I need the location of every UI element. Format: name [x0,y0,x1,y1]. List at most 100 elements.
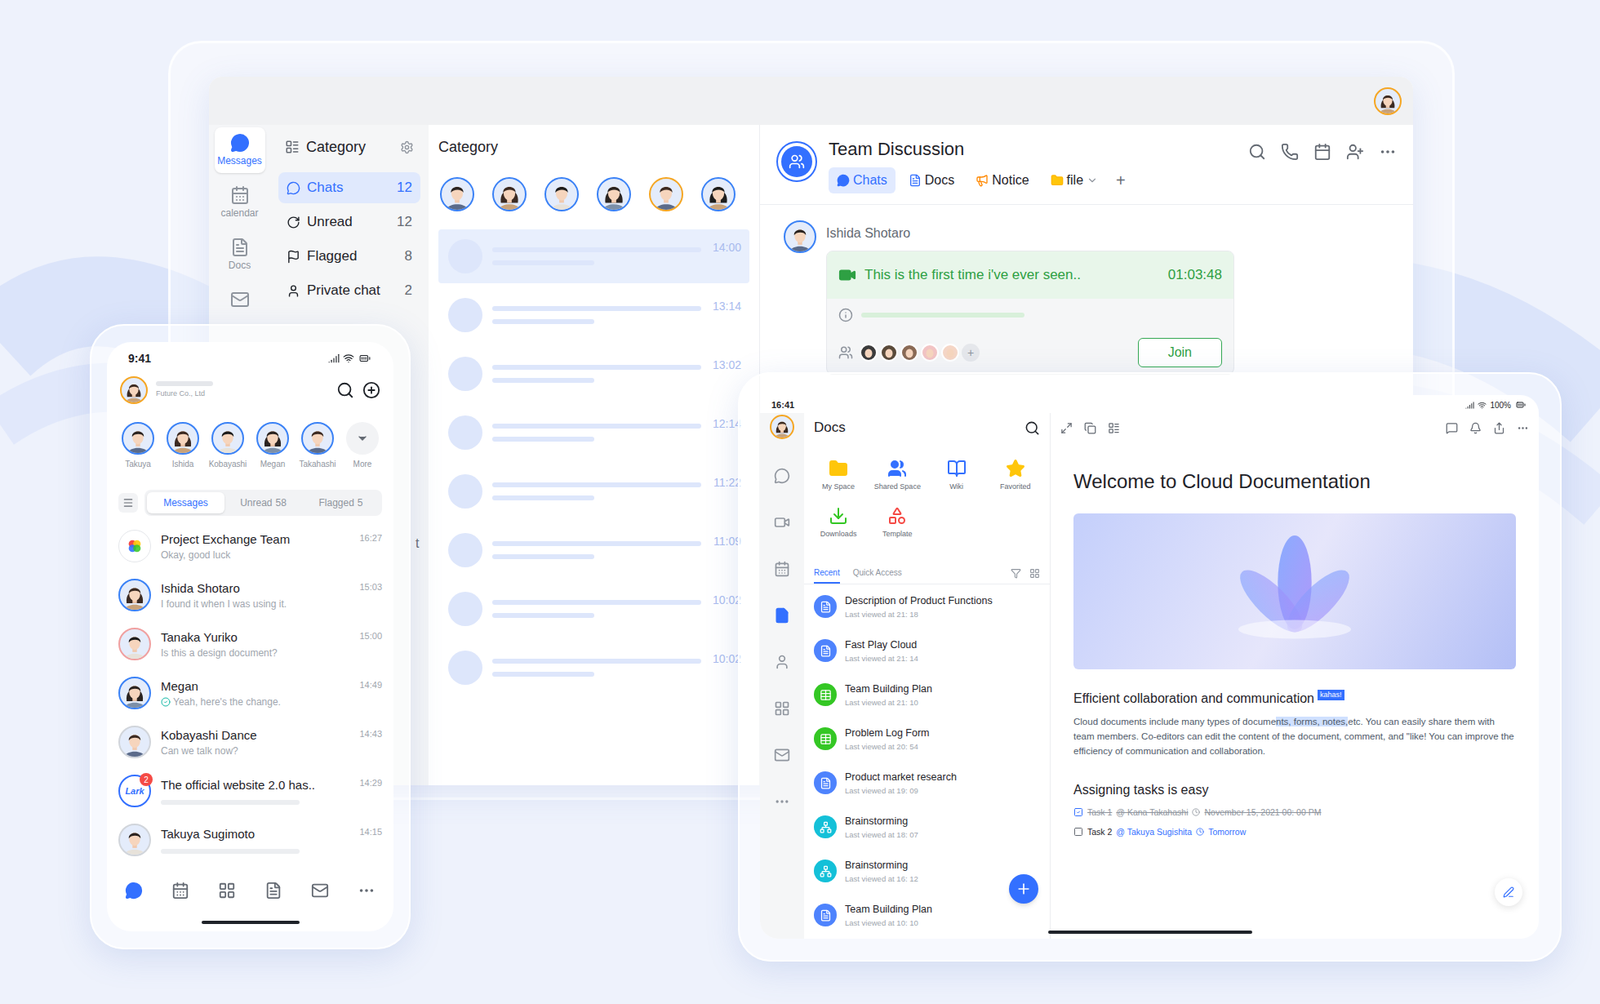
more-icon[interactable] [1516,422,1529,435]
chat-tab[interactable]: file [1042,167,1107,194]
shortcut[interactable]: Wiki [927,457,987,492]
contact-avatar[interactable] [121,422,155,455]
search-icon[interactable] [336,381,355,400]
chat-row[interactable]: Project Exchange TeamOkay, good luck16:2… [106,521,394,571]
chat-avatar[interactable] [118,578,152,612]
phone-icon[interactable] [1280,142,1299,161]
shortcut[interactable]: My Space [808,457,868,492]
doc-row[interactable]: Team Building PlanLast viewed at 21: 10 [804,672,1050,717]
contact-avatar[interactable] [440,177,475,212]
more-icon[interactable] [357,881,376,900]
outline-icon[interactable] [1107,422,1120,435]
edit-button[interactable] [1494,878,1523,907]
filter-icon[interactable] [1010,568,1022,579]
rail-item[interactable] [765,599,799,632]
contact-avatar[interactable] [301,422,334,455]
chat-avatar[interactable] [118,725,152,759]
category-item[interactable]: Unread12 [278,206,421,238]
contact[interactable]: Kobayashi [206,422,249,471]
search-icon[interactable] [1024,420,1040,436]
conversation-row[interactable]: 12:14 [438,405,750,460]
nav-item[interactable]: calendar [214,179,266,226]
apps-icon[interactable] [217,881,236,900]
chat-tab[interactable]: Notice [967,167,1037,194]
rail-item[interactable] [765,692,799,725]
chat-avatar[interactable] [118,823,152,857]
new-doc-button[interactable] [1008,874,1039,904]
contact[interactable]: Megan [251,422,294,471]
shortcut[interactable]: Template [867,505,927,539]
calendar-icon[interactable] [171,881,190,900]
docs-tab[interactable]: Recent [813,566,840,584]
chat-row[interactable]: Kobayashi DanceCan we talk now?14:43 [106,717,394,767]
gear-icon[interactable] [400,140,414,155]
task-row[interactable]: Task 2@ Takuya SugishitaTomorrow [1073,825,1516,839]
rail-item[interactable] [765,506,799,539]
contact-avatar[interactable] [648,177,684,212]
add-member-icon[interactable] [1346,142,1365,161]
contact-avatar[interactable] [544,177,579,212]
chat-tab[interactable]: Docs [900,167,963,194]
chat-row[interactable]: Takuya Sugimoto14:15 [106,815,394,865]
contact[interactable]: Takahashi [296,422,339,471]
more-icon[interactable] [1378,142,1397,161]
video-call-card[interactable]: This is the first time i've ever seen..0… [826,250,1235,375]
conversation-row[interactable]: 11:22 [438,464,750,519]
contact-avatar[interactable] [211,422,245,455]
shortcut[interactable]: Favorited [986,457,1045,492]
chat-row[interactable]: MeganYeah, here's the change.14:49 [106,668,394,718]
window-icon[interactable] [1084,422,1097,435]
group-avatar[interactable] [776,141,818,183]
doc-row[interactable]: BrainstormingLast viewed at 18: 07 [804,804,1050,849]
contact-avatar[interactable] [256,422,289,455]
message-tab[interactable]: Messages [146,492,225,514]
contact-avatar[interactable] [492,177,527,212]
doc-row[interactable]: Problem Log FormLast viewed at 20: 54 [804,716,1050,761]
message-tab[interactable]: Flagged5 [302,492,380,514]
user-avatar[interactable] [769,414,795,440]
task-row[interactable]: Task 1@ Kana TakahashiNovember 15, 2021 … [1073,805,1516,819]
comment-icon[interactable] [1445,422,1458,435]
checkbox-icon[interactable] [1073,826,1084,837]
messages-icon[interactable] [124,881,143,900]
category-item[interactable]: Private chat2 [278,275,421,307]
conversation-row[interactable]: 10:02 [438,640,750,695]
more-contacts[interactable]: More [341,422,384,471]
user-avatar[interactable] [120,376,148,405]
rail-item[interactable] [765,738,799,772]
chat-row[interactable]: Tanaka YurikoIs this a design document?1… [106,619,394,669]
contact-avatar[interactable] [166,422,200,455]
expand-icon[interactable] [1060,422,1073,435]
doc-row[interactable]: Fast Play CloudLast viewed at 21: 14 [804,628,1050,673]
docs-icon[interactable] [264,881,283,900]
chat-row[interactable]: Ishida ShotaroI found it when I was usin… [106,570,394,620]
rail-item[interactable] [765,459,799,493]
more-participants[interactable]: + [961,343,980,362]
shortcut[interactable]: Downloads [808,505,868,539]
rail-item[interactable] [765,785,799,818]
menu-icon[interactable] [122,497,134,509]
conversation-row[interactable]: 13:14 [438,288,750,343]
search-icon[interactable] [1248,142,1267,161]
add-tab-button[interactable]: + [1111,168,1131,193]
chat-row[interactable]: Lark2The official website 2.0 has..14:29 [106,766,394,816]
chat-avatar[interactable] [118,676,152,710]
nav-item[interactable]: Messages [214,127,266,174]
conversation-row[interactable]: 10:02 [438,582,750,636]
bell-icon[interactable] [1469,422,1482,435]
contact[interactable]: Takuya [116,422,160,471]
calendar-icon[interactable] [1313,142,1332,161]
user-avatar[interactable] [1373,87,1402,116]
nav-item[interactable]: Docs [214,231,266,278]
grid-view-icon[interactable] [1029,568,1040,579]
contact[interactable]: Ishida [161,422,205,471]
sender-avatar[interactable] [783,220,817,254]
rail-item[interactable] [765,552,799,586]
conversation-row[interactable]: 11:09 [438,523,750,578]
contact-avatar[interactable] [701,177,736,212]
add-icon[interactable] [362,381,381,400]
share-icon[interactable] [1493,422,1506,435]
category-item[interactable]: Chats12 [278,172,421,204]
nav-item[interactable] [214,284,266,316]
shortcut[interactable]: Shared Space [867,457,927,492]
